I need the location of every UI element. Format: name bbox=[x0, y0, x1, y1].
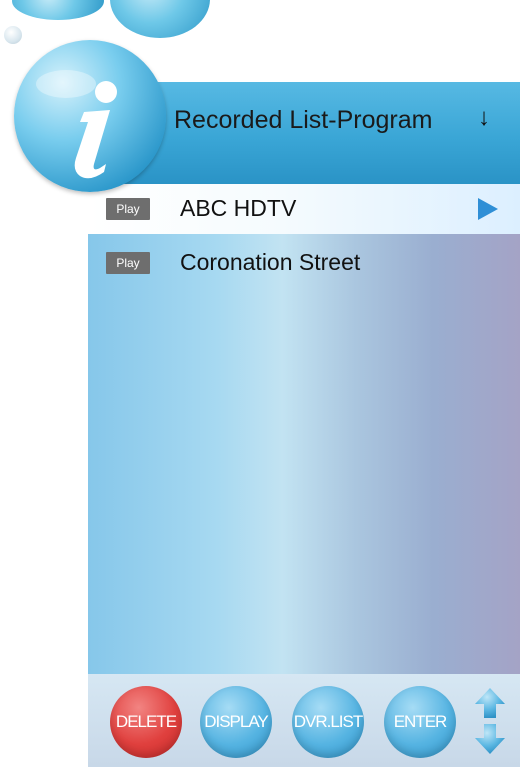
enter-button[interactable]: ENTER bbox=[384, 686, 456, 758]
decorative-bubble bbox=[110, 0, 210, 38]
list-item[interactable]: Play Coronation Street bbox=[88, 238, 520, 288]
page-title: Recorded List-Program bbox=[174, 106, 433, 134]
display-button[interactable]: DISPLAY bbox=[200, 686, 272, 758]
remote-button-bar: DELETE DISPLAY DVR.LIST ENTER bbox=[88, 674, 520, 767]
recorded-list-panel: Play ABC HDTV Play Coronation Street bbox=[88, 184, 520, 674]
program-label: ABC HDTV bbox=[180, 195, 297, 221]
program-label: Coronation Street bbox=[180, 249, 361, 275]
play-badge[interactable]: Play bbox=[106, 252, 150, 274]
play-badge[interactable]: Play bbox=[106, 198, 150, 220]
info-icon bbox=[14, 40, 166, 192]
sort-down-arrow-icon[interactable]: ↓ bbox=[478, 106, 490, 130]
arrow-up-icon[interactable] bbox=[472, 686, 508, 722]
delete-button[interactable]: DELETE bbox=[110, 686, 182, 758]
dvr-list-button[interactable]: DVR.LIST bbox=[292, 686, 364, 758]
selected-arrow-icon bbox=[478, 198, 498, 220]
decorative-bubble bbox=[12, 0, 104, 20]
arrow-down-icon[interactable] bbox=[472, 720, 508, 756]
